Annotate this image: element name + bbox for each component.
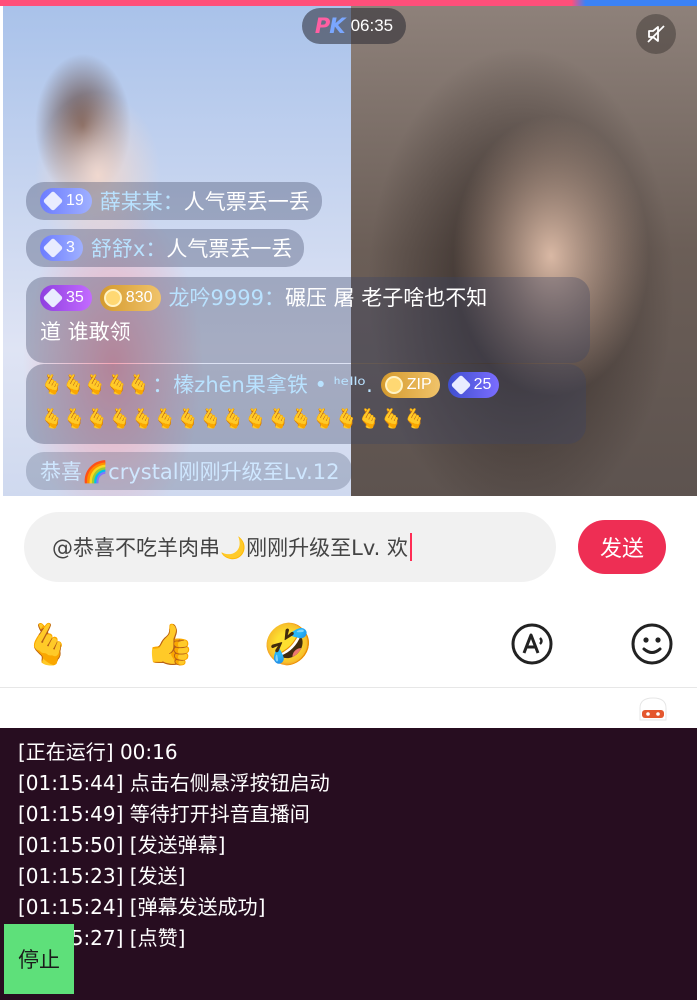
pk-logo: PK [314,14,346,38]
coin-icon [103,289,122,307]
send-button[interactable]: 发送 [578,520,666,574]
smiley-face-icon [631,623,673,665]
chat-message: 3 舒舒x： 人气票丢一丢 [26,229,305,267]
level-badge: 35 [40,285,92,311]
floating-assistant-icon[interactable] [634,694,672,724]
laughing-emoji[interactable]: 🤣 [262,618,314,670]
mascot-icon [639,697,667,721]
chat-text-continued: 道 谁敢领 [40,320,131,344]
pk-timer: 06:35 [350,16,394,35]
heart-coin-icon [384,376,403,394]
level-badge: 25 [447,372,500,398]
chat-text: 恭喜🌈crystal刚刚升级至Lv.12 [40,460,340,484]
gem-icon [42,287,64,309]
pk-status-pill: PK 06:35 [302,8,406,44]
chat-username[interactable]: 薛某某： [100,186,184,216]
log-line: [01:15:23] [发送] [18,864,186,888]
chat-username[interactable]: ：榛zhēn果拿铁 • ᑋᵉᑊᑊᵒ. [152,368,372,402]
comment-input[interactable]: @恭喜不吃羊肉串🌙刚刚升级至Lv. 欢 [24,512,556,582]
level-up-notice: 恭喜🌈crystal刚刚升级至Lv.12 [26,452,352,490]
emoji-picker-button[interactable] [626,618,678,670]
thumbs-up-emoji[interactable]: 👍 [144,618,196,670]
chat-username[interactable]: 龙吟9999： [169,279,285,317]
chat-message: 35 830 龙吟9999： 碾压 屠 老子啥也不知 道 谁敢领 [26,277,590,363]
text-caret [410,533,412,561]
gem-icon [42,237,64,259]
chat-text: 碾压 屠 老子啥也不知 [284,286,488,310]
stop-button[interactable]: 停止 [4,924,74,994]
finger-heart-emoji[interactable]: 🫰 [22,618,74,670]
comment-input-value: @恭喜不吃羊肉串🌙刚刚升级至Lv. 欢 [52,536,408,560]
a-speech-icon [511,623,553,665]
emoji-bar: 🫰 👍 🤣 [0,600,697,688]
divider [0,687,697,688]
speaker-muted-icon [647,25,665,43]
level-badge: 3 [40,235,83,261]
chat-username[interactable]: 舒舒x： [91,233,166,263]
fan-badge: ZIP [380,372,440,398]
log-line: [正在运行] 00:16 [18,740,178,764]
mute-button[interactable] [636,14,676,54]
gem-icon [450,374,471,396]
coin-badge: 830 [99,285,161,311]
finger-heart-emojis: 🫰🫰🫰🫰🫰🫰🫰🫰🫰🫰🫰🫰🫰🫰🫰🫰🫰 [40,408,426,430]
log-line: [01:15:24] [弹幕发送成功] [18,895,266,919]
level-badge: 19 [40,188,92,214]
chat-text: 人气票丢一丢 [166,237,293,261]
log-line: [01:15:50] [发送弹幕] [18,833,226,857]
gem-icon [42,190,64,212]
chat-message: 19 薛某某： 人气票丢一丢 [26,182,322,220]
log-line: [01:15:44] 点击右侧悬浮按钮启动 [18,771,330,795]
chat-text: 人气票丢一丢 [183,190,310,214]
chat-message: 🫰🫰🫰🫰🫰 ：榛zhēn果拿铁 • ᑋᵉᑊᑊᵒ. ZIP 25 🫰🫰🫰🫰🫰🫰🫰🫰… [26,364,586,444]
finger-heart-emojis: 🫰🫰🫰🫰🫰 [40,374,150,396]
text-to-speech-button[interactable] [506,618,558,670]
log-line: [01:15:49] 等待打开抖音直播间 [18,802,310,826]
